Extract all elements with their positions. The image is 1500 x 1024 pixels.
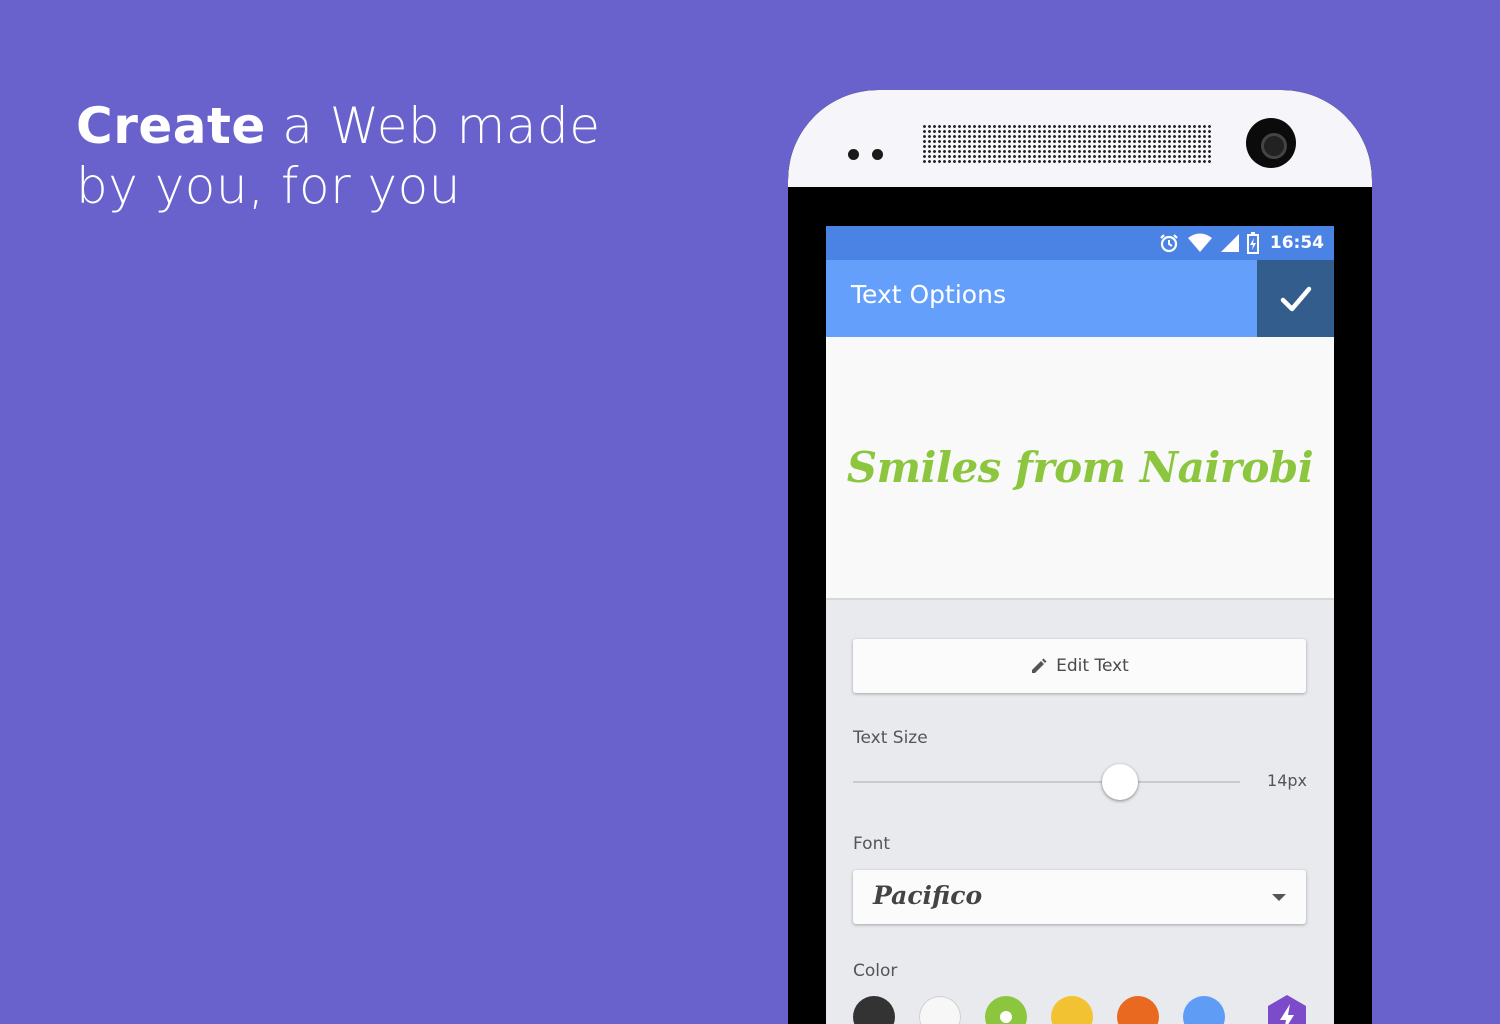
speaker-grille [922,124,1212,164]
preview-text: Smiles from Nairobi [846,443,1314,492]
signal-icon [1220,234,1239,252]
color-swatch[interactable] [1117,996,1159,1024]
front-camera [1246,118,1296,168]
text-size-slider-track[interactable] [853,781,1240,783]
confirm-button[interactable] [1257,260,1334,337]
app-title: Text Options [851,280,1006,309]
headline-line2: by you, for you [76,157,461,215]
phone-frame: 16:54 Text Options Smiles from Nairobi E… [788,90,1372,1024]
dropdown-caret-icon [1272,894,1286,901]
headline-bold: Create [76,97,266,155]
battery-icon [1246,232,1259,254]
phone-screen: 16:54 Text Options Smiles from Nairobi E… [826,226,1334,1024]
sensor-dot [848,149,859,160]
text-size-label: Text Size [853,728,928,748]
text-preview: Smiles from Nairobi [826,337,1334,600]
alarm-icon [1160,234,1178,253]
status-time: 16:54 [1269,233,1324,253]
phone-top-bezel [788,90,1372,187]
custom-color-button[interactable] [1266,994,1308,1024]
app-bar: Text Options [826,260,1334,337]
font-dropdown[interactable]: Pacifico [853,870,1306,924]
text-size-value: 14px [1267,771,1307,790]
color-swatch[interactable] [985,996,1027,1024]
font-value: Pacifico [873,881,983,910]
color-swatch[interactable] [1051,996,1093,1024]
headline-line1: a Web made [265,97,601,155]
check-icon [1280,286,1311,311]
status-bar: 16:54 [826,226,1334,260]
color-label: Color [853,961,898,981]
pencil-icon [1032,658,1047,673]
color-swatch[interactable] [853,996,895,1024]
wifi-icon [1187,233,1212,252]
color-swatch[interactable] [1183,996,1225,1024]
edit-text-label: Edit Text [1056,656,1129,676]
sensor-dot [872,149,883,160]
font-label: Font [853,834,891,854]
headline: Create a Web made by you, for you [76,96,601,216]
edit-text-button[interactable]: Edit Text [853,639,1306,693]
color-swatch[interactable] [919,996,961,1024]
selected-indicator [1000,1011,1012,1023]
text-size-slider-thumb[interactable] [1102,764,1139,800]
